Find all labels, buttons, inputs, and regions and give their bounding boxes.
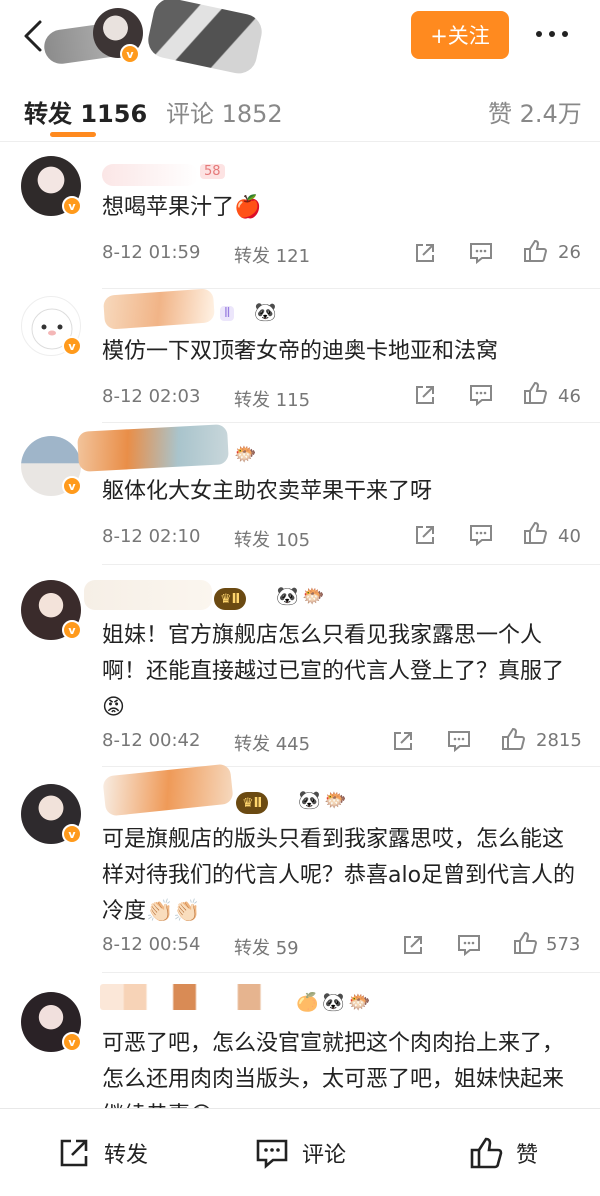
repost-button[interactable]: 转发	[56, 1134, 148, 1172]
blurred-username	[144, 0, 266, 77]
tab-repost[interactable]: 转发 1156	[24, 94, 147, 129]
blurred-username	[77, 424, 229, 472]
comment-icon[interactable]	[446, 728, 472, 754]
blurred-username	[84, 580, 212, 610]
repost-count[interactable]: 转发 121	[234, 242, 310, 268]
divider	[102, 766, 600, 767]
divider	[102, 288, 600, 289]
like-icon[interactable]	[512, 930, 538, 956]
blurred-username	[100, 984, 290, 1010]
comment-label: 评论	[302, 1143, 347, 1168]
like-count: 573	[546, 934, 581, 955]
comment-item: v 🍊 🐼 🐡 可恶了吧，怎么没官宣就把这个肉肉抬上来了，怎么还用肉肉当版头，太…	[0, 976, 600, 1108]
verified-icon: v	[62, 336, 82, 356]
comment-time: 8-12 00:42	[102, 730, 201, 751]
tab-underline	[50, 132, 96, 137]
comment-item: v 58 想喝苹果汁了🍎 8-12 01:59 转发 121 26	[0, 150, 600, 290]
repost-count[interactable]: 转发 115	[234, 386, 310, 412]
tab-comment[interactable]: 评论 1852	[166, 94, 283, 129]
verified-icon: v	[120, 44, 140, 64]
more-dots-icon[interactable]	[536, 24, 576, 44]
like-icon	[470, 1137, 503, 1169]
comment-item: v 🐡 躯体化大女主助农卖苹果干来了呀 8-12 02:10 转发 105 40	[0, 424, 600, 570]
share-icon[interactable]	[412, 522, 438, 548]
verified-icon: v	[62, 824, 82, 844]
bottom-action-bar: 转发 评论 赞	[0, 1108, 600, 1196]
crown-icon: ♛ Ⅱ	[214, 588, 247, 610]
like-count: 46	[558, 386, 581, 407]
comment-icon[interactable]	[456, 932, 482, 958]
share-icon[interactable]	[400, 932, 426, 958]
fish-icon: 🐡	[348, 992, 371, 1013]
repost-count[interactable]: 转发 105	[234, 526, 310, 552]
fan-level-badge: Ⅱ	[220, 306, 235, 321]
repost-label: 转发	[104, 1143, 149, 1168]
comment-icon[interactable]	[468, 522, 494, 548]
fish-icon: 🐡	[234, 444, 257, 465]
like-button[interactable]: 赞	[468, 1134, 538, 1172]
comment-text: 模仿一下双顶奢女帝的迪奥卡地亚和法窝	[102, 339, 499, 364]
decor-icon: 🍊	[296, 992, 319, 1013]
panda-icon: 🐼	[276, 586, 299, 607]
like-label: 赞	[516, 1143, 539, 1168]
blurred-username	[102, 288, 216, 330]
share-icon[interactable]	[412, 240, 438, 266]
follow-button[interactable]: +关注	[411, 11, 509, 59]
share-icon[interactable]	[390, 728, 416, 754]
like-count: 26	[558, 242, 581, 263]
comment-button[interactable]: 评论	[254, 1134, 346, 1172]
comment-item: v Ⅱ 🐼 模仿一下双顶奢女帝的迪奥卡地亚和法窝 8-12 02:03 转发 1…	[0, 288, 600, 430]
like-count: 2815	[536, 730, 582, 751]
repost-count[interactable]: 转发 445	[234, 730, 310, 756]
panda-icon: 🐼	[254, 302, 277, 323]
fish-icon: 🐡	[302, 586, 325, 607]
share-icon	[60, 1139, 88, 1167]
comment-time: 8-12 00:54	[102, 934, 201, 955]
fan-level-badge: 58	[200, 164, 225, 179]
repost-count[interactable]: 转发 59	[234, 934, 299, 960]
like-icon[interactable]	[522, 380, 548, 406]
like-icon[interactable]	[522, 238, 548, 264]
comment-time: 8-12 01:59	[102, 242, 201, 263]
comment-text: 姐妹！官方旗舰店怎么只看见我家露思一个人啊！还能直接越过已宣的代言人登上了？真服…	[102, 623, 565, 720]
comment-text: 躯体化大女主助农卖苹果干来了呀	[102, 479, 433, 504]
comment-time: 8-12 02:03	[102, 386, 201, 407]
verified-icon: v	[62, 620, 82, 640]
divider	[102, 422, 600, 423]
comment-icon[interactable]	[468, 240, 494, 266]
divider	[102, 564, 600, 565]
panda-icon: 🐼	[298, 790, 321, 811]
like-count: 40	[558, 526, 581, 547]
comment-text: 可是旗舰店的版头只看到我家露思哎，怎么能这样对待我们的代言人呢？恭喜alo足曾到…	[102, 827, 576, 924]
divider	[102, 972, 600, 973]
tab-bar: 转发 1156 评论 1852 赞 2.4万	[0, 72, 600, 142]
verified-icon: v	[62, 476, 82, 496]
like-icon[interactable]	[522, 520, 548, 546]
blurred-username	[102, 164, 198, 186]
verified-icon: v	[62, 1032, 82, 1052]
comment-icon	[256, 1139, 288, 1169]
panda-icon: 🐼	[322, 992, 345, 1013]
comment-time: 8-12 02:10	[102, 526, 201, 547]
blurred-username	[102, 763, 234, 817]
tab-like[interactable]: 赞 2.4万	[488, 94, 582, 129]
comment-text: 想喝苹果汁了🍎	[102, 195, 262, 220]
fish-icon: 🐡	[324, 790, 347, 811]
verified-icon: v	[62, 196, 82, 216]
comment-icon[interactable]	[468, 382, 494, 408]
comment-item: v ♛ Ⅱ 🐼 🐡 姐妹！官方旗舰店怎么只看见我家露思一个人啊！还能直接越过已宣…	[0, 566, 600, 770]
comment-item: v ♛ Ⅱ 🐼 🐡 可是旗舰店的版头只看到我家露思哎，怎么能这样对待我们的代言人…	[0, 763, 600, 976]
comment-text: 可恶了吧，怎么没官宣就把这个肉肉抬上来了，怎么还用肉肉当版头，太可恶了吧，姐妹快…	[102, 1031, 565, 1108]
like-icon[interactable]	[500, 726, 526, 752]
share-icon[interactable]	[412, 382, 438, 408]
top-bar: v +关注	[0, 0, 600, 77]
crown-icon: ♛ Ⅱ	[236, 792, 269, 814]
